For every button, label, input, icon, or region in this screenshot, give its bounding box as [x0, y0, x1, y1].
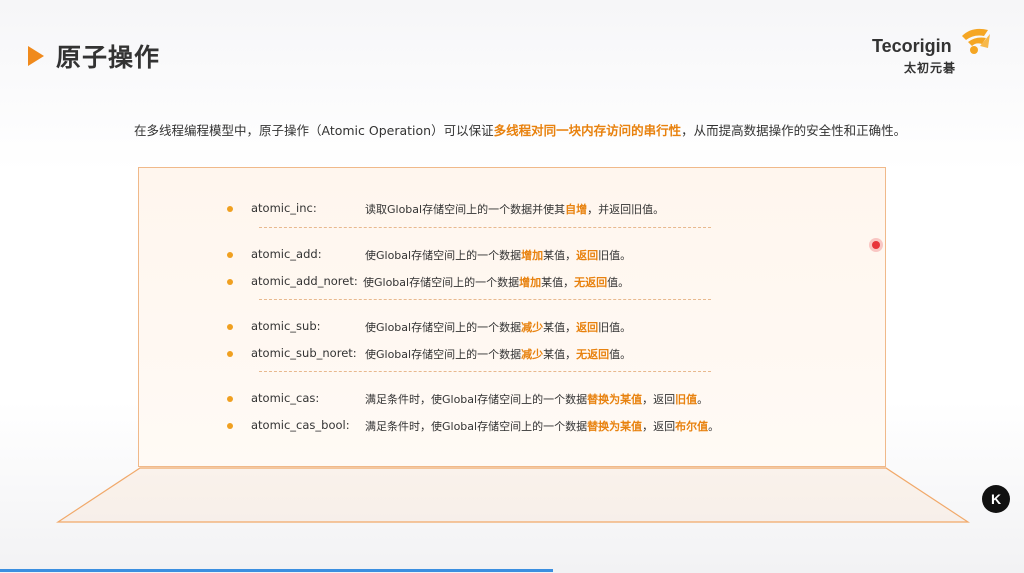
desc-part: ，返回 — [642, 420, 676, 433]
desc-highlight: 自增 — [565, 203, 588, 216]
function-desc: 满足条件时，使Global存储空间上的一个数据替换为某值，返回布尔值。 — [365, 418, 719, 434]
desc-part: 某值， — [543, 249, 577, 262]
desc-part: 旧值。 — [598, 321, 632, 334]
intro-highlight: 多线程对同一块内存访问的串行性 — [493, 123, 682, 138]
desc-highlight: 旧值 — [675, 393, 698, 406]
desc-part: 使Global存储空间上的一个数据 — [363, 276, 520, 289]
desc-part: 。 — [708, 420, 720, 433]
desc-part: ，并返回旧值。 — [587, 203, 665, 216]
intro-text: 在多线程编程模型中，原子操作（Atomic Operation）可以保证多线程对… — [134, 120, 906, 139]
pointer-dot-icon — [872, 241, 880, 249]
desc-part: 值。 — [609, 348, 632, 361]
intro-suffix: ，从而提高数据操作的安全性和正确性。 — [681, 123, 907, 138]
k-logo-icon[interactable]: K — [982, 485, 1010, 513]
video-progress-bar[interactable] — [0, 569, 553, 572]
badge-label: K — [990, 491, 1002, 507]
desc-part: 旧值。 — [598, 249, 632, 262]
function-name: atomic_cas_bool: — [251, 418, 350, 432]
desc-highlight: 减少 — [521, 348, 544, 361]
page-title: 原子操作 — [56, 43, 161, 72]
stage-base — [56, 467, 970, 523]
desc-part: 读取Global存储空间上的一个数据并使其 — [365, 203, 566, 216]
desc-highlight: 布尔值 — [675, 420, 709, 433]
function-desc: 使Global存储空间上的一个数据减少某值，返回旧值。 — [365, 319, 631, 335]
desc-highlight: 增加 — [521, 249, 544, 262]
bullet-icon — [227, 324, 233, 330]
desc-part: 某值， — [541, 276, 575, 289]
divider — [259, 299, 711, 300]
desc-highlight: 增加 — [519, 276, 542, 289]
logo-mark-icon — [962, 28, 990, 54]
logo: Tecorigin 太初元碁 — [872, 26, 992, 78]
desc-part: 满足条件时，使Global存储空间上的一个数据 — [365, 420, 588, 433]
desc-highlight: 返回 — [576, 249, 599, 262]
desc-highlight: 替换为某值 — [587, 420, 643, 433]
atomic-ops-box: atomic_inc: 读取Global存储空间上的一个数据并使其自增，并返回旧… — [138, 167, 886, 467]
slide-title: 原子操作 — [28, 38, 160, 74]
play-triangle-icon — [28, 46, 44, 66]
desc-highlight: 减少 — [521, 321, 544, 334]
desc-part: 使Global存储空间上的一个数据 — [365, 321, 522, 334]
divider — [259, 371, 711, 372]
bullet-icon — [227, 423, 233, 429]
function-name: atomic_add: — [251, 247, 322, 261]
function-name: atomic_cas: — [251, 391, 320, 405]
divider — [259, 227, 711, 228]
function-name: atomic_sub_noret: — [251, 346, 357, 360]
desc-part: 。 — [697, 393, 709, 406]
function-desc: 使Global存储空间上的一个数据增加某值，返回旧值。 — [365, 247, 631, 263]
desc-part: 某值， — [543, 348, 577, 361]
desc-highlight: 无返回 — [576, 348, 610, 361]
desc-part: 使Global存储空间上的一个数据 — [365, 348, 522, 361]
desc-part: 使Global存储空间上的一个数据 — [365, 249, 522, 262]
desc-highlight: 替换为某值 — [587, 393, 643, 406]
bullet-icon — [227, 396, 233, 402]
bullet-icon — [227, 252, 233, 258]
bullet-icon — [227, 279, 233, 285]
desc-part: ，返回 — [642, 393, 676, 406]
desc-highlight: 返回 — [576, 321, 599, 334]
function-desc: 满足条件时，使Global存储空间上的一个数据替换为某值，返回旧值。 — [365, 391, 708, 407]
desc-highlight: 无返回 — [574, 276, 608, 289]
desc-part: 值。 — [607, 276, 630, 289]
logo-name-en: Tecorigin — [872, 36, 952, 56]
logo-name-cn: 太初元碁 — [904, 61, 957, 75]
function-desc: 使Global存储空间上的一个数据减少某值，无返回值。 — [365, 346, 631, 362]
bullet-icon — [227, 351, 233, 357]
desc-part: 某值， — [543, 321, 577, 334]
bullet-icon — [227, 206, 233, 212]
function-name: atomic_inc: — [251, 201, 317, 215]
desc-part: 满足条件时，使Global存储空间上的一个数据 — [365, 393, 588, 406]
function-name: atomic_add_noret: — [251, 274, 358, 288]
intro-prefix: 在多线程编程模型中，原子操作（Atomic Operation）可以保证 — [134, 123, 494, 138]
function-desc: 读取Global存储空间上的一个数据并使其自增，并返回旧值。 — [365, 201, 664, 217]
function-name: atomic_sub: — [251, 319, 321, 333]
function-desc: 使Global存储空间上的一个数据增加某值，无返回值。 — [363, 274, 629, 290]
